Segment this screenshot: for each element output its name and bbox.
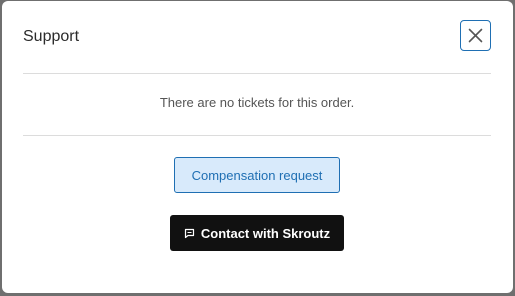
support-modal: Support There are no tickets for this or… xyxy=(2,1,513,293)
close-button[interactable] xyxy=(460,20,491,51)
no-tickets-message: There are no tickets for this order. xyxy=(159,95,355,110)
close-icon xyxy=(468,28,483,43)
divider-bottom xyxy=(23,135,491,136)
modal-title: Support xyxy=(23,28,80,45)
compensation-request-button[interactable]: Compensation request xyxy=(174,157,340,193)
chat-icon xyxy=(184,228,195,239)
contact-skroutz-button[interactable]: Contact with Skroutz xyxy=(170,215,344,251)
contact-skroutz-label: Contact with Skroutz xyxy=(200,225,331,241)
divider-top xyxy=(23,73,491,74)
compensation-request-label: Compensation request xyxy=(191,167,323,183)
